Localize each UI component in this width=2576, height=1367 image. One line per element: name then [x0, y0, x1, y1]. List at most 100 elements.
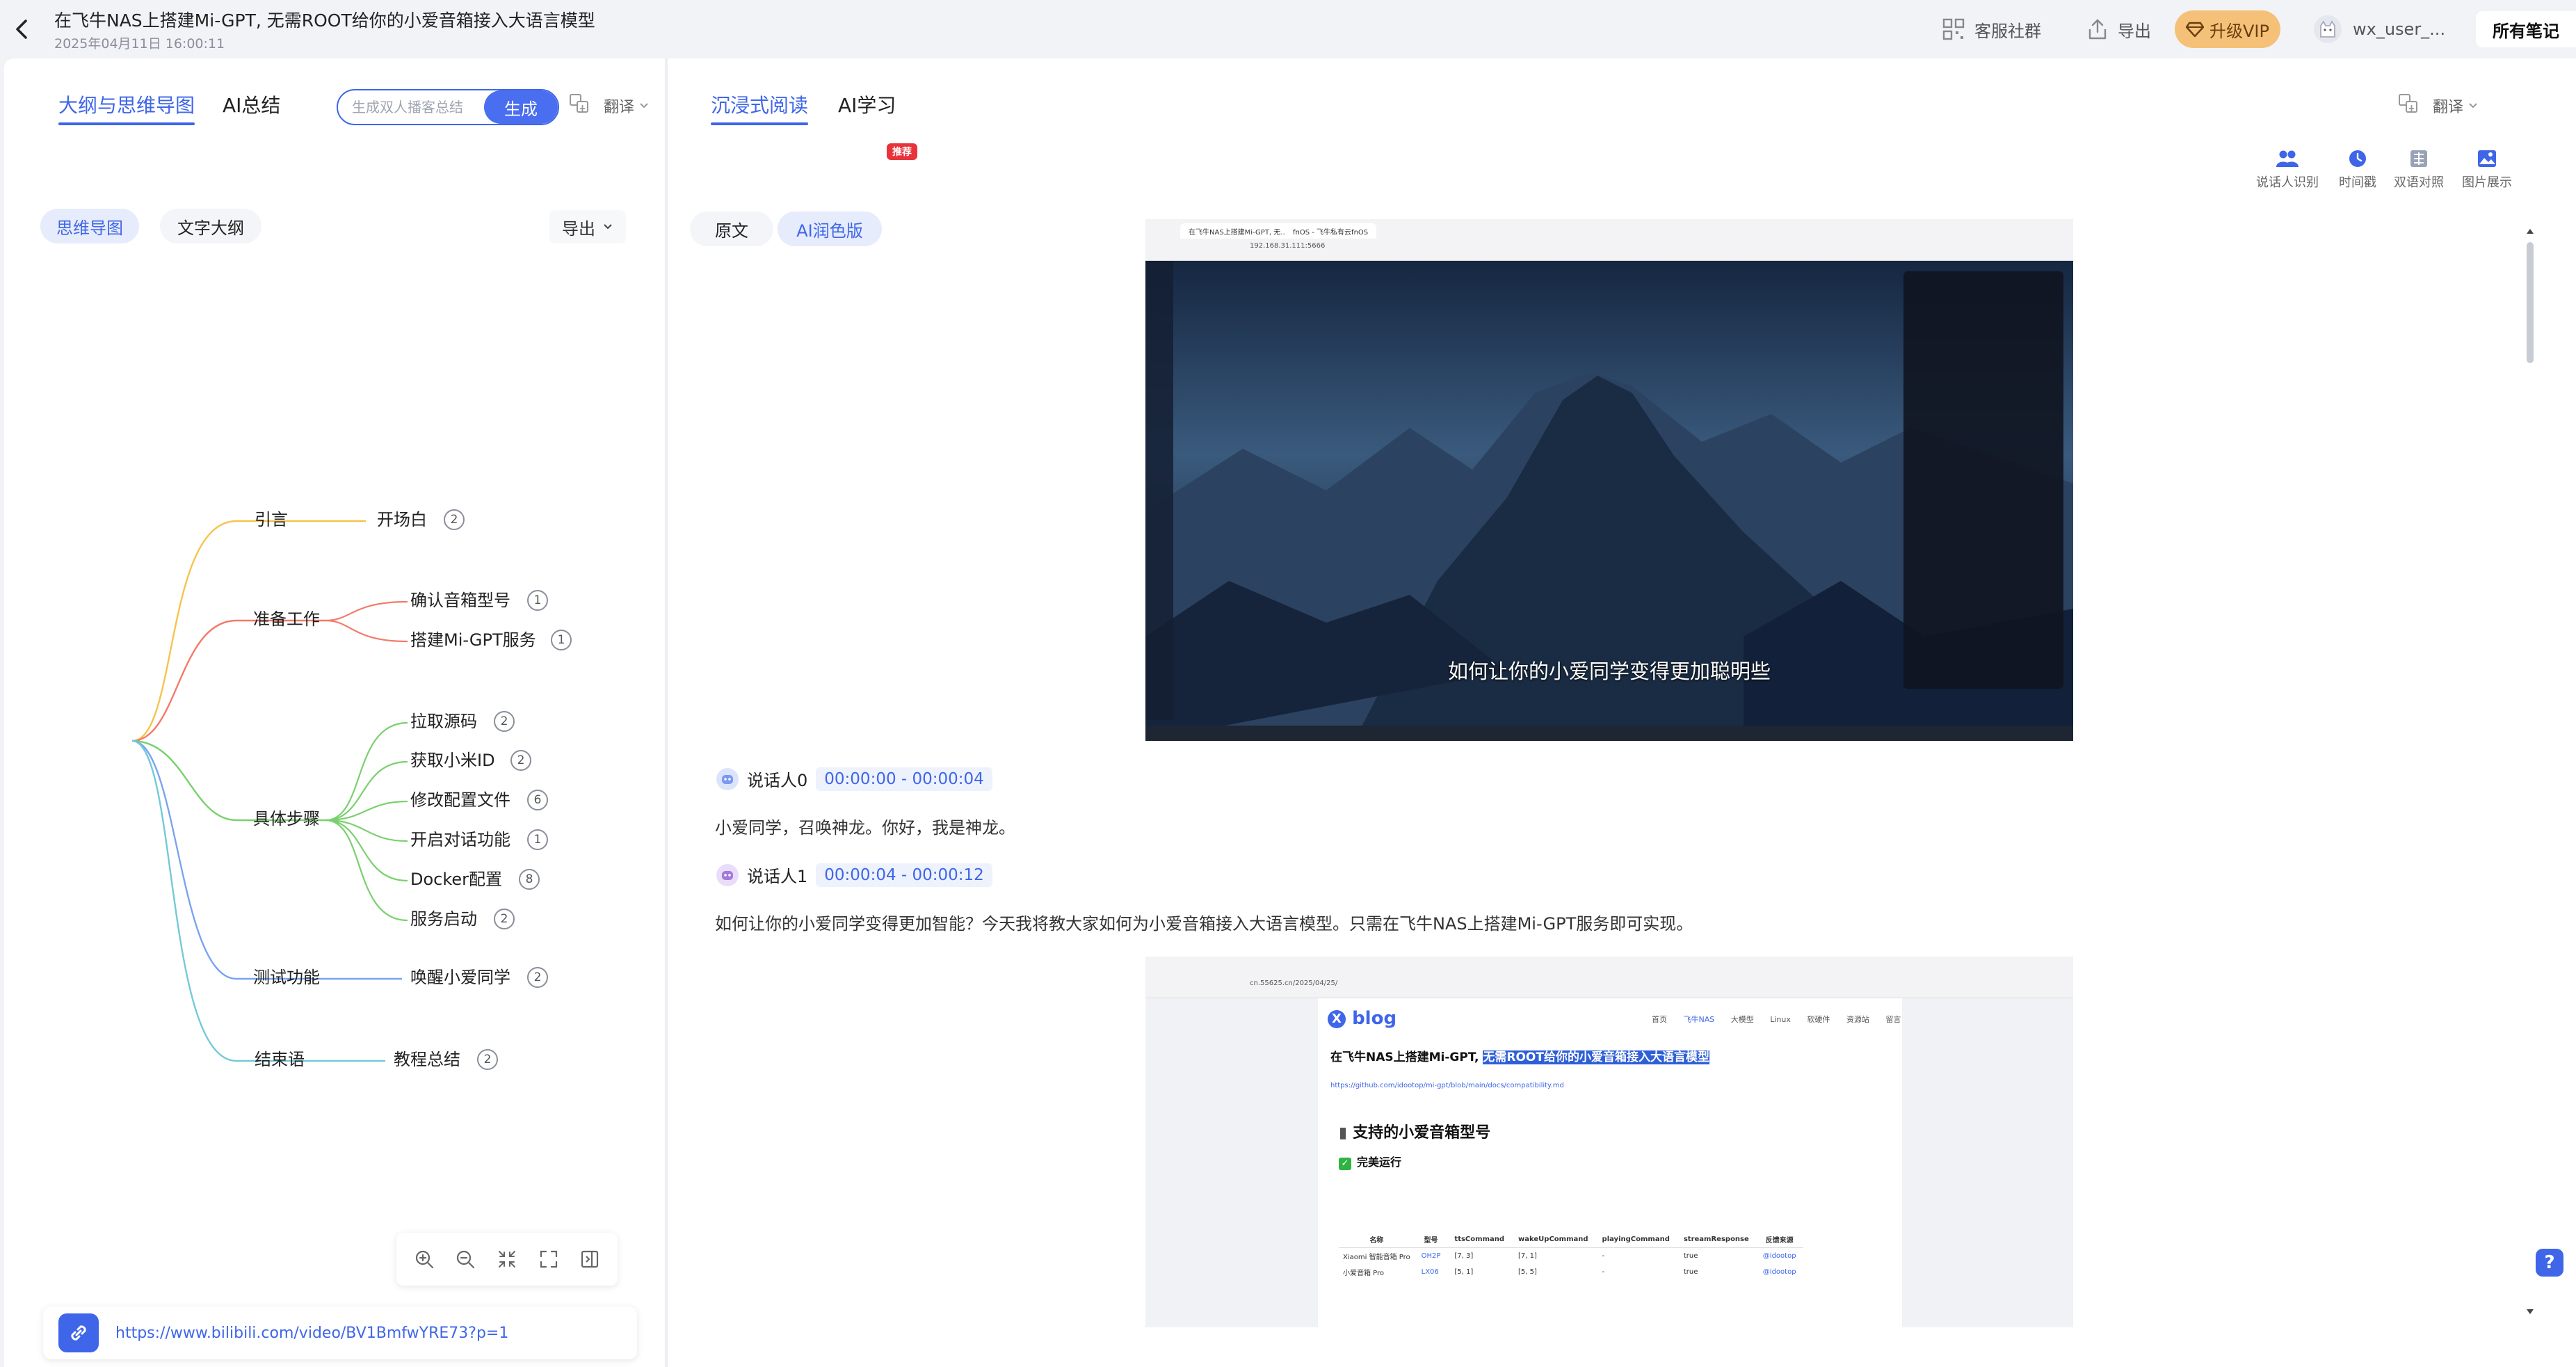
bilingual-tool[interactable]: 双语对照: [2394, 149, 2444, 191]
mindmap-leaf[interactable]: 修改配置文件: [410, 790, 510, 810]
transcript-paragraph: 如何让你的小爱同学变得更加智能？今天我将教大家如何为小爱音箱接入大语言模型。只需…: [715, 914, 1693, 934]
speaker-avatar: [716, 863, 739, 886]
share-icon: [2088, 19, 2107, 40]
translate-label-right[interactable]: 翻译: [2433, 95, 2479, 117]
mindmap-branch-intro[interactable]: 引言: [255, 509, 288, 530]
speaker-name: 说话人1: [747, 867, 808, 886]
browser-chrome: cn.55625.cn/2025/04/25/: [1145, 957, 2073, 998]
zoom-in-button[interactable]: [408, 1243, 440, 1275]
blog-link[interactable]: https://github.com/idootop/mi-gpt/blob/m…: [1330, 1082, 1564, 1089]
blog-nav-item[interactable]: 大模型: [1731, 1015, 1754, 1024]
mindmap-leaf[interactable]: 拉取源码: [410, 711, 477, 732]
blog-compat-table: 名称 型号 ttsCommand wakeUpCommand playingCo…: [1339, 1231, 1803, 1280]
table-cell[interactable]: @idootop: [1756, 1248, 1803, 1265]
fullscreen-button[interactable]: [533, 1243, 565, 1275]
timestamp-tag[interactable]: 00:00:00 - 00:00:04: [816, 767, 992, 791]
blog-nav-item[interactable]: 飞牛NAS: [1684, 1015, 1715, 1024]
translate-label-left[interactable]: 翻译: [604, 95, 650, 117]
nas-status-widget: [1903, 271, 2063, 689]
blog-heading: ▮ 支持的小爱音箱型号: [1339, 1124, 1491, 1142]
blog-nav-item[interactable]: 软硬件: [1807, 1015, 1830, 1024]
mindmap-branch-prep[interactable]: 准备工作: [253, 609, 320, 630]
table-cell[interactable]: OH2P: [1415, 1248, 1448, 1265]
translate-button-right[interactable]: [2398, 93, 2419, 114]
table-cell: Xiaomi 智能音箱 Pro: [1343, 1254, 1410, 1261]
mindmap-zoom-toolbar: [396, 1233, 618, 1286]
mindmap-branch-test[interactable]: 测试功能: [253, 967, 320, 988]
table-header: wakeUpCommand: [1511, 1231, 1595, 1248]
export-mindmap-button[interactable]: 导出: [549, 210, 626, 243]
table-cell[interactable]: @idootop: [1756, 1264, 1803, 1280]
blog-nav-item[interactable]: Linux: [1770, 1015, 1791, 1024]
avatar[interactable]: [2314, 15, 2342, 43]
blog-logo: X blog: [1328, 1008, 1396, 1029]
original-text-toggle[interactable]: 原文: [690, 211, 773, 246]
chevron-down-icon: [640, 103, 648, 109]
browser-url: cn.55625.cn/2025/04/25/: [1250, 980, 1338, 987]
export-top-button[interactable]: 导出: [2087, 14, 2151, 45]
bilingual-label: 双语对照: [2394, 175, 2444, 190]
mindmap-leaf[interactable]: 开启对话功能: [410, 829, 510, 850]
tab-ai-summary[interactable]: AI总结: [223, 90, 280, 118]
mindmap-leaf[interactable]: 搭建Mi-GPT服务: [410, 630, 536, 650]
reading-scrollbar[interactable]: [2525, 223, 2535, 1314]
image-display-tool[interactable]: 图片展示: [2462, 149, 2512, 191]
robot-icon: [722, 774, 733, 784]
speaker-recognition-tool[interactable]: 说话人识别: [2256, 149, 2319, 191]
blog-subheading-text: 完美运行: [1357, 1156, 1402, 1169]
help-button[interactable]: ?: [2536, 1249, 2563, 1277]
browser-tab-2: fnOS - 飞牛私有云fnOS: [1285, 223, 1377, 239]
tab-immersive-reading[interactable]: 沉浸式阅读: [711, 90, 809, 125]
table-cell: true: [1683, 1268, 1698, 1276]
ai-polished-toggle[interactable]: AI润色版: [778, 211, 882, 246]
user-name[interactable]: wx_user_...: [2353, 19, 2445, 39]
mindmap-branch-ending[interactable]: 结束语: [255, 1049, 305, 1070]
timestamp-label: 时间戳: [2339, 175, 2376, 190]
scrollbar-thumb[interactable]: [2527, 242, 2534, 363]
source-url-link[interactable]: https://www.bilibili.com/video/BV1BmfwYR…: [115, 1325, 508, 1342]
mindmap-leaf-count: 1: [527, 829, 548, 850]
source-link-bar: https://www.bilibili.com/video/BV1BmfwYR…: [43, 1306, 637, 1359]
all-notes-button[interactable]: 所有笔记: [2476, 11, 2576, 47]
mindmap-leaf[interactable]: 确认音箱型号: [410, 590, 510, 611]
recommended-badge: 推荐: [887, 143, 917, 160]
blog-nav-item[interactable]: 留言: [1885, 1015, 1901, 1024]
toggle-panel-button[interactable]: [574, 1243, 606, 1275]
fullscreen-icon: [540, 1250, 557, 1268]
mindmap-view-toggle[interactable]: 思维导图: [40, 209, 139, 243]
table-cell: -: [1602, 1268, 1605, 1276]
text-outline-toggle[interactable]: 文字大纲: [160, 209, 261, 243]
vip-label: 升级VIP: [2209, 21, 2269, 41]
mindmap-leaf[interactable]: Docker配置: [410, 869, 502, 890]
mindmap-leaf[interactable]: 唤醒小爱同学: [410, 967, 510, 988]
translate-button-left[interactable]: [569, 93, 590, 114]
mindmap-leaf[interactable]: 教程总结: [394, 1049, 460, 1070]
mindmap-leaf[interactable]: 开场白: [377, 509, 427, 530]
chevron-left-icon: [16, 19, 27, 39]
mindmap-branch-steps[interactable]: 具体步骤: [253, 808, 320, 829]
help-icon: ?: [2544, 1252, 2555, 1273]
podcast-summary-input[interactable]: [338, 90, 483, 124]
video-frame-1[interactable]: 在飞牛NAS上搭建Mi-GPT, 无... fnOS - 飞牛私有云fnOS 1…: [1145, 219, 2073, 741]
blog-title: 在飞牛NAS上搭建Mi-GPT, 无需ROOT给你的小爱音箱接入大语言模型: [1330, 1047, 1709, 1064]
video-frame-2[interactable]: cn.55625.cn/2025/04/25/ X blog 首页 飞牛NAS …: [1145, 957, 2073, 1327]
generate-button[interactable]: 生成: [484, 90, 558, 124]
timestamp-tool[interactable]: 时间戳: [2339, 149, 2376, 191]
blog-nav-item[interactable]: 首页: [1652, 1015, 1667, 1024]
mindmap-leaf-count: 6: [527, 790, 548, 810]
table-cell[interactable]: LX06: [1415, 1264, 1448, 1280]
tab-ai-learning[interactable]: AI学习: [838, 90, 896, 118]
fit-view-button[interactable]: [491, 1243, 523, 1275]
speaker-recognition-label: 说话人识别: [2256, 175, 2319, 190]
upgrade-vip-button[interactable]: 升级VIP: [2175, 10, 2280, 48]
zoom-out-button[interactable]: [449, 1243, 481, 1275]
timestamp-tag[interactable]: 00:00:04 - 00:00:12: [816, 863, 992, 887]
tab-outline-mindmap[interactable]: 大纲与思维导图: [58, 90, 195, 125]
nas-app-dock: [1145, 261, 1173, 720]
mindmap-leaf[interactable]: 服务启动: [410, 909, 477, 929]
community-button[interactable]: 客服社群: [1942, 14, 2041, 45]
back-button[interactable]: [8, 15, 36, 43]
blog-nav-item[interactable]: 资源站: [1846, 1015, 1869, 1024]
mindmap-leaf[interactable]: 获取小米ID: [410, 750, 495, 771]
chevron-down-icon: [604, 224, 612, 230]
